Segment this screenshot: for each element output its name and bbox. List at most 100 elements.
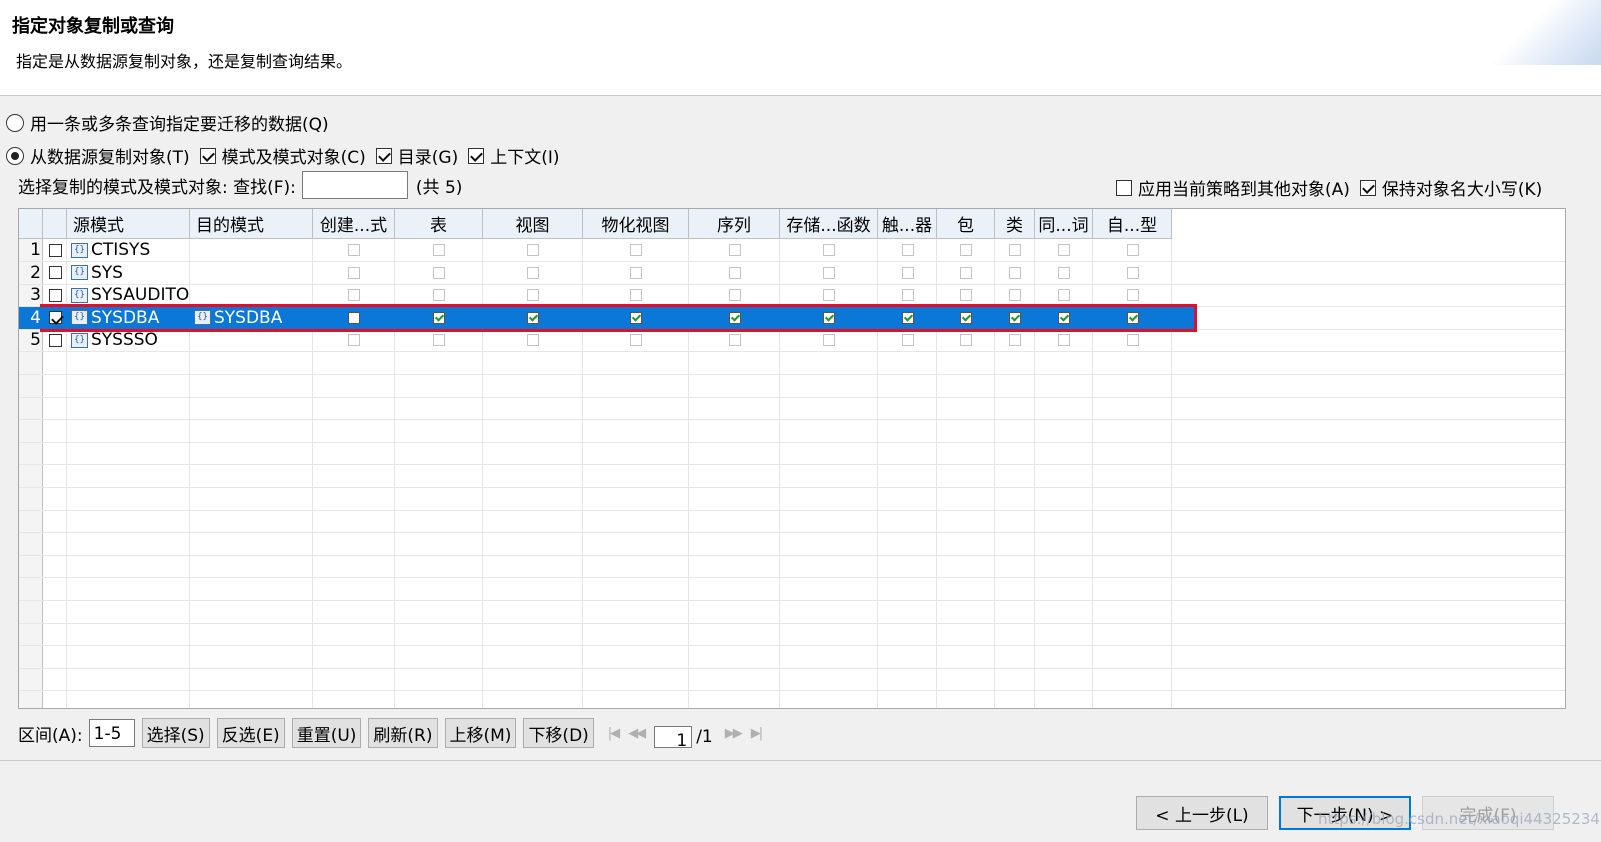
schema-objects-checkbox[interactable] <box>199 147 216 164</box>
column-header[interactable]: 目的模式 <box>190 209 313 239</box>
object-type-checkbox[interactable] <box>527 311 539 324</box>
object-type-checkbox[interactable] <box>1126 289 1139 302</box>
object-type-checkbox[interactable] <box>823 266 835 279</box>
object-type-checkbox[interactable] <box>823 311 835 324</box>
object-type-checkbox[interactable] <box>527 244 539 256</box>
object-type-checkbox[interactable] <box>1058 266 1070 279</box>
toolbar-button[interactable]: 重置(U) <box>291 718 362 748</box>
object-type-checkbox[interactable] <box>901 289 914 302</box>
object-type-checkbox[interactable] <box>527 334 539 347</box>
object-type-checkbox[interactable] <box>728 334 741 347</box>
object-type-checkbox[interactable] <box>1009 289 1021 302</box>
object-type-checkbox[interactable] <box>630 244 642 256</box>
next-page-icon[interactable]: ▶▶ <box>725 726 743 741</box>
query-radio[interactable] <box>6 113 24 132</box>
column-header[interactable]: 源模式 <box>67 209 190 239</box>
object-type-checkbox[interactable] <box>1126 266 1139 279</box>
column-header[interactable]: 视图 <box>483 209 583 239</box>
object-type-checkbox[interactable] <box>1009 311 1021 324</box>
object-type-checkbox[interactable] <box>901 266 914 279</box>
object-type-checkbox[interactable] <box>901 244 914 256</box>
object-type-checkbox[interactable] <box>901 311 914 324</box>
toolbar-button[interactable]: 选择(S) <box>141 718 210 748</box>
copy-radio[interactable] <box>6 146 24 165</box>
column-header[interactable]: 序列 <box>689 209 780 239</box>
object-type-checkbox[interactable] <box>1009 244 1021 256</box>
object-type-checkbox[interactable] <box>630 266 642 279</box>
object-type-checkbox[interactable] <box>348 311 360 324</box>
query-option[interactable]: 用一条或多条查询指定要迁移的数据(Q) <box>6 110 329 135</box>
range-input[interactable]: 1-5 <box>88 719 135 747</box>
last-page-icon[interactable]: ▶| <box>751 726 763 741</box>
prev-page-icon[interactable]: ◀◀ <box>628 726 646 741</box>
object-type-checkbox[interactable] <box>433 289 445 302</box>
object-type-checkbox[interactable] <box>348 266 360 279</box>
object-type-checkbox[interactable] <box>1126 334 1139 347</box>
source-schema-cell[interactable]: {} SYSAUDITO <box>71 284 194 306</box>
column-header[interactable]: 自...型 <box>1093 209 1172 239</box>
object-type-checkbox[interactable] <box>527 266 539 279</box>
toolbar-button[interactable]: 上移(M) <box>444 718 517 748</box>
target-schema-cell[interactable]: {} SYSDBA <box>194 307 317 329</box>
object-type-checkbox[interactable] <box>630 311 642 324</box>
first-page-icon[interactable]: |◀ <box>608 726 620 741</box>
toolbar-button[interactable]: 反选(E) <box>216 718 285 748</box>
column-header[interactable]: 表 <box>395 209 483 239</box>
object-type-checkbox[interactable] <box>1058 311 1070 324</box>
object-type-checkbox[interactable] <box>823 244 835 256</box>
object-type-checkbox[interactable] <box>728 266 741 279</box>
row-select-checkbox[interactable] <box>49 288 62 302</box>
object-type-checkbox[interactable] <box>1126 311 1139 324</box>
source-schema-cell[interactable]: {} SYSDBA <box>71 307 194 329</box>
object-type-checkbox[interactable] <box>823 289 835 302</box>
object-type-checkbox[interactable] <box>433 334 445 347</box>
object-type-checkbox[interactable] <box>348 334 360 347</box>
row-select-checkbox[interactable] <box>49 266 62 280</box>
object-type-checkbox[interactable] <box>348 244 360 256</box>
object-type-checkbox[interactable] <box>433 266 445 279</box>
object-type-checkbox[interactable] <box>728 311 741 324</box>
object-type-checkbox[interactable] <box>960 311 972 324</box>
column-header[interactable]: 创建...式 <box>313 209 395 239</box>
find-input[interactable] <box>301 171 408 199</box>
object-type-checkbox[interactable] <box>728 289 741 302</box>
object-type-checkbox[interactable] <box>1126 244 1139 256</box>
back-button[interactable]: < 上一步(L) <box>1136 796 1268 830</box>
catalog-checkbox[interactable] <box>375 147 392 164</box>
object-type-checkbox[interactable] <box>348 289 360 302</box>
source-schema-cell[interactable]: {} CTISYS <box>71 239 194 261</box>
object-type-checkbox[interactable] <box>630 289 642 302</box>
source-schema-cell[interactable]: {} SYSSSO <box>71 329 194 351</box>
object-type-checkbox[interactable] <box>433 311 445 324</box>
column-header[interactable]: 同...词 <box>1035 209 1093 239</box>
object-type-checkbox[interactable] <box>433 244 445 256</box>
column-header[interactable]: 触...器 <box>878 209 937 239</box>
row-select-checkbox[interactable] <box>49 311 62 325</box>
object-type-checkbox[interactable] <box>1058 289 1070 302</box>
object-type-checkbox[interactable] <box>1058 334 1070 347</box>
keep-case-checkbox[interactable] <box>1359 179 1376 196</box>
object-type-checkbox[interactable] <box>1009 334 1021 347</box>
object-type-checkbox[interactable] <box>823 334 835 347</box>
row-select-checkbox[interactable] <box>49 243 62 257</box>
schema-table[interactable]: 源模式 目的模式 创建...式表视图 物化视图 序列 存储...函数 触...器包类同...… <box>18 208 1566 709</box>
column-header[interactable]: 物化视图 <box>583 209 689 239</box>
object-type-checkbox[interactable] <box>1009 266 1021 279</box>
context-checkbox[interactable] <box>468 147 485 164</box>
page-input[interactable]: 1 <box>654 726 693 751</box>
row-select-checkbox[interactable] <box>49 333 62 347</box>
toolbar-button[interactable]: 刷新(R) <box>368 718 438 748</box>
column-header[interactable]: 存储...函数 <box>780 209 878 239</box>
object-type-checkbox[interactable] <box>960 266 972 279</box>
object-type-checkbox[interactable] <box>960 334 972 347</box>
object-type-checkbox[interactable] <box>960 289 972 302</box>
object-type-checkbox[interactable] <box>1058 244 1070 256</box>
object-type-checkbox[interactable] <box>527 289 539 302</box>
object-type-checkbox[interactable] <box>960 244 972 256</box>
column-header[interactable]: 包 <box>937 209 995 239</box>
object-type-checkbox[interactable] <box>728 244 741 256</box>
object-type-checkbox[interactable] <box>630 334 642 347</box>
toolbar-button[interactable]: 下移(D) <box>523 718 594 748</box>
apply-policy-checkbox[interactable] <box>1116 179 1132 196</box>
object-type-checkbox[interactable] <box>901 334 914 347</box>
